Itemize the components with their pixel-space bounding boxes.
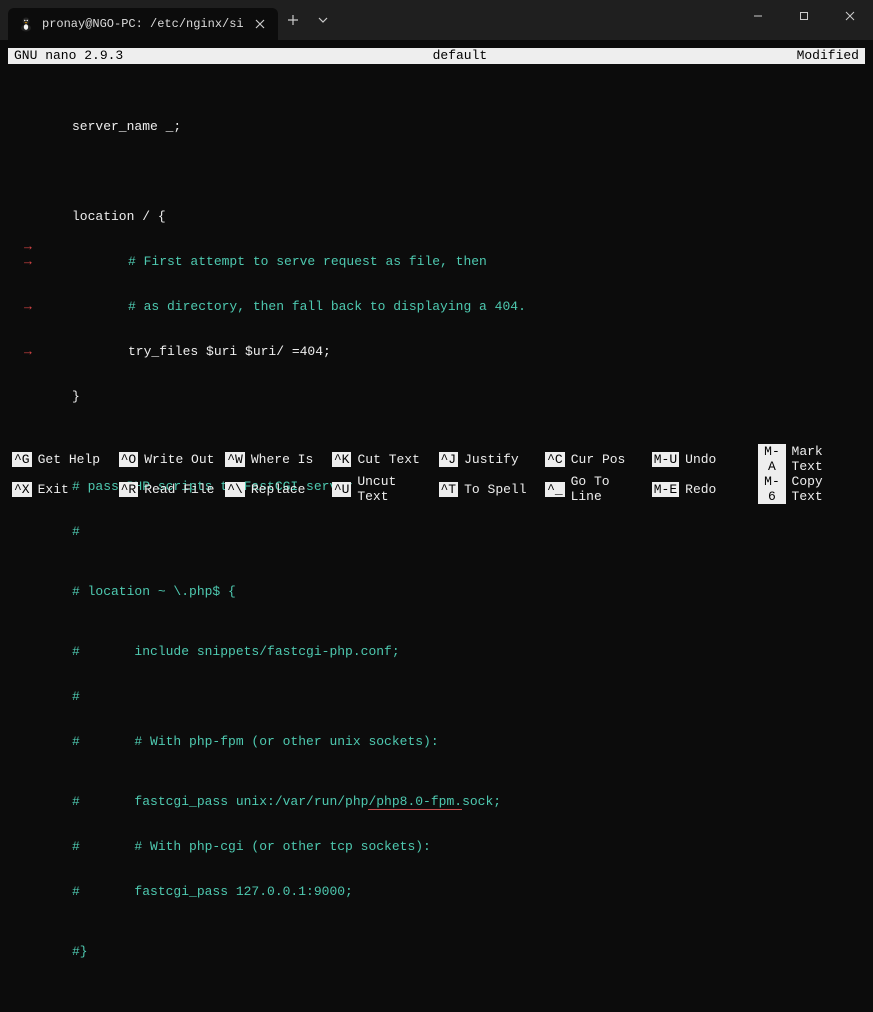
- tab-dropdown-icon[interactable]: [308, 5, 338, 35]
- shortcut-label: Cur Pos: [571, 452, 626, 467]
- nano-modified: Modified: [797, 48, 859, 64]
- arrow-annotation-icon: →: [24, 344, 32, 359]
- close-icon[interactable]: [252, 16, 268, 32]
- shortcut-label: Uncut Text: [357, 474, 434, 504]
- shortcut-key: M-6: [758, 474, 785, 504]
- nano-version: GNU nano 2.9.3: [14, 48, 123, 64]
- shortcut-write-out[interactable]: ^O Write Out: [119, 444, 222, 474]
- minimize-button[interactable]: [735, 0, 781, 32]
- close-window-button[interactable]: [827, 0, 873, 32]
- shortcut-label: Exit: [38, 482, 69, 497]
- shortcut-label: Write Out: [144, 452, 214, 467]
- code-line: #: [16, 689, 865, 704]
- shortcut-undo[interactable]: M-U Undo: [652, 444, 755, 474]
- shortcut-replace[interactable]: ^\ Replace: [225, 474, 328, 504]
- shortcut-label: Get Help: [38, 452, 100, 467]
- shortcut-where-is[interactable]: ^W Where Is: [225, 444, 328, 474]
- code-line: # fastcgi_pass unix:/var/run/php/php8.0-…: [16, 794, 865, 809]
- code-line: # First attempt to serve request as file…: [16, 254, 865, 269]
- shortcut-key: ^\: [225, 482, 245, 497]
- terminal-editor[interactable]: GNU nano 2.9.3 default Modified server_n…: [8, 48, 865, 506]
- new-tab-button[interactable]: [278, 5, 308, 35]
- shortcut-justify[interactable]: ^J Justify: [439, 444, 542, 474]
- code-line: server_name _;: [16, 119, 865, 134]
- shortcut-label: Cut Text: [357, 452, 419, 467]
- code-line: try_files $uri $uri/ =404;: [16, 344, 865, 359]
- terminal-tab[interactable]: pronay@NGO-PC: /etc/nginx/si: [8, 8, 278, 40]
- shortcut-get-help[interactable]: ^G Get Help: [12, 444, 115, 474]
- code-line: # location ~ \.php$ {: [16, 584, 865, 599]
- shortcut-key: ^U: [332, 482, 351, 497]
- tabs: pronay@NGO-PC: /etc/nginx/si: [0, 0, 338, 40]
- shortcut-key: ^J: [439, 452, 459, 467]
- linux-penguin-icon: [18, 16, 34, 32]
- shortcut-key: ^_: [545, 482, 564, 497]
- code-line: }: [16, 389, 865, 404]
- shortcut-redo[interactable]: M-E Redo: [652, 474, 755, 504]
- shortcut-key: ^K: [332, 452, 352, 467]
- editor-content[interactable]: server_name _; location / { # First atte…: [8, 64, 865, 1012]
- arrow-annotation-icon: →: [24, 254, 32, 269]
- shortcut-cut-text[interactable]: ^K Cut Text: [332, 444, 435, 474]
- shortcut-key: ^O: [119, 452, 139, 467]
- code-line: location / {: [16, 209, 865, 224]
- nano-statusbar: GNU nano 2.9.3 default Modified: [8, 48, 865, 64]
- shortcut-key: ^W: [225, 452, 245, 467]
- shortcut-key: M-E: [652, 482, 679, 497]
- shortcut-mark-text[interactable]: M-A Mark Text: [758, 444, 861, 474]
- shortcut-key: M-A: [758, 444, 785, 474]
- shortcut-label: Where Is: [251, 452, 313, 467]
- shortcut-label: Mark Text: [792, 444, 861, 474]
- code-line: #: [16, 524, 865, 539]
- shortcut-label: Go To Line: [571, 474, 648, 504]
- shortcut-label: Copy Text: [792, 474, 861, 504]
- shortcut-key: ^T: [439, 482, 459, 497]
- code-line: # as directory, then fall back to displa…: [16, 299, 865, 314]
- shortcut-read-file[interactable]: ^R Read File: [119, 474, 222, 504]
- shortcut-key: ^C: [545, 452, 565, 467]
- arrow-annotation-icon: →: [24, 299, 32, 314]
- maximize-button[interactable]: [781, 0, 827, 32]
- shortcut-key: ^G: [12, 452, 32, 467]
- code-line: # include snippets/fastcgi-php.conf;: [16, 644, 865, 659]
- shortcut-label: Read File: [144, 482, 214, 497]
- shortcut-label: Undo: [685, 452, 716, 467]
- shortcut-label: Redo: [685, 482, 716, 497]
- nano-shortcuts: ^G Get Help ^O Write Out ^W Where Is ^K Cut …: [8, 444, 865, 506]
- window-controls: [735, 0, 873, 40]
- shortcut-cur-pos[interactable]: ^C Cur Pos: [545, 444, 648, 474]
- shortcut-exit[interactable]: ^X Exit: [12, 474, 115, 504]
- shortcut-key: ^R: [119, 482, 139, 497]
- arrow-annotation-icon: →: [24, 239, 32, 254]
- shortcut-uncut-text[interactable]: ^U Uncut Text: [332, 474, 435, 504]
- nano-filename: default: [433, 48, 488, 64]
- shortcut-key: ^X: [12, 482, 32, 497]
- shortcut-label: Replace: [251, 482, 306, 497]
- shortcut-copy-text[interactable]: M-6 Copy Text: [758, 474, 861, 504]
- shortcut-to-spell[interactable]: ^T To Spell: [439, 474, 542, 504]
- shortcut-label: Justify: [464, 452, 519, 467]
- titlebar: pronay@NGO-PC: /etc/nginx/si: [0, 0, 873, 40]
- code-line: # # With php-cgi (or other tcp sockets):: [16, 839, 865, 854]
- shortcut-label: To Spell: [464, 482, 526, 497]
- shortcut-key: M-U: [652, 452, 679, 467]
- code-line: # # With php-fpm (or other unix sockets)…: [16, 734, 865, 749]
- shortcut-go-to-line[interactable]: ^_ Go To Line: [545, 474, 648, 504]
- code-line: # fastcgi_pass 127.0.0.1:9000;: [16, 884, 865, 899]
- code-line: #}: [16, 944, 865, 959]
- tab-title: pronay@NGO-PC: /etc/nginx/si: [42, 17, 244, 31]
